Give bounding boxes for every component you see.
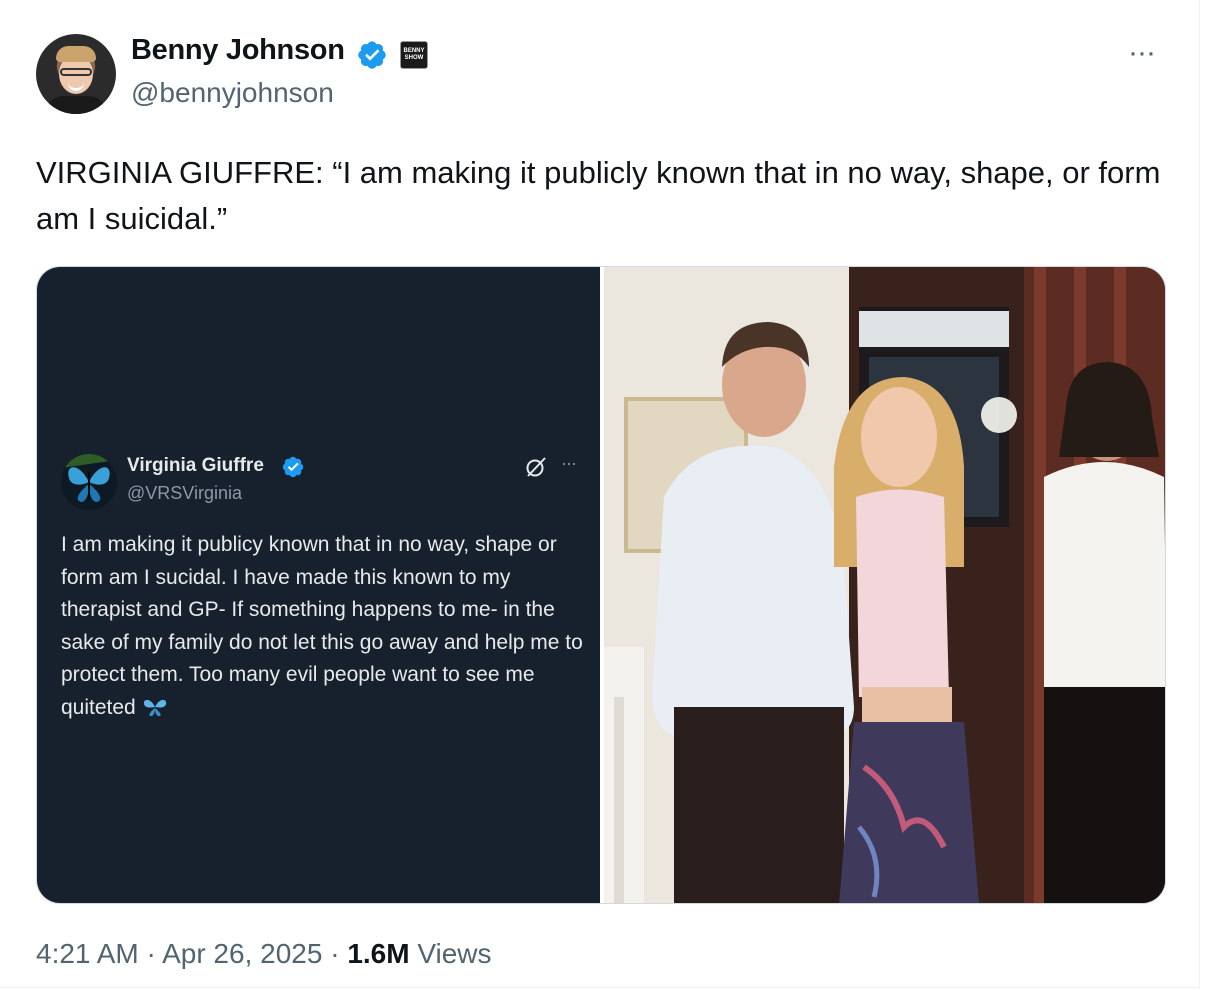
views-label: Views — [409, 938, 492, 969]
author-handle[interactable]: @bennyjohnson — [131, 77, 334, 109]
photo-image[interactable] — [604, 267, 1165, 903]
avatar-hair — [56, 46, 96, 62]
embedded-author-handle: @VRSVirginia — [127, 483, 242, 503]
author-avatar[interactable] — [36, 34, 116, 114]
avatar-glasses — [60, 68, 92, 76]
butterfly-avatar-icon — [61, 454, 117, 510]
embedded-tweet-text: I am making it publicy known that in no … — [61, 529, 591, 724]
tweet-text: VIRGINIA GIUFFRE: “I am making it public… — [36, 155, 1161, 236]
views-count[interactable]: 1.6M — [347, 938, 409, 969]
grok-icon — [526, 457, 546, 477]
tweet-timestamp[interactable]: 4:21 AM · Apr 26, 2025 · 1.6M Views — [36, 938, 492, 970]
embedded-avatar — [61, 454, 117, 510]
embedded-verified-badge-icon — [282, 456, 304, 478]
tweet-media[interactable]: Virginia Giuffre @VRSVirginia ··· I am m… — [36, 266, 1166, 904]
author-name[interactable]: Benny Johnson — [131, 34, 345, 67]
verified-badge-icon — [358, 41, 386, 69]
embedded-author-name: Virginia Giuffre — [127, 455, 264, 476]
tweet-time[interactable]: 4:21 AM — [36, 938, 139, 969]
separator-dot: · — [322, 938, 348, 969]
photo-illustration — [604, 267, 1165, 903]
tweet-date[interactable]: Apr 26, 2025 — [162, 938, 322, 969]
separator-dot: · — [138, 938, 163, 969]
affiliate-badge[interactable]: BENNY SHOW — [400, 41, 428, 69]
tweet-card: Benny Johnson BENNY SHOW @bennyjohnson ·… — [0, 0, 1200, 988]
embedded-more-icon: ··· — [561, 453, 577, 473]
embedded-tweet-screenshot[interactable]: Virginia Giuffre @VRSVirginia ··· I am m… — [37, 267, 600, 903]
embedded-tweet-body: I am making it publicy known that in no … — [61, 533, 583, 719]
avatar-shirt — [44, 96, 108, 114]
more-options-button[interactable]: ··· — [1128, 36, 1156, 70]
butterfly-icon — [143, 699, 166, 716]
